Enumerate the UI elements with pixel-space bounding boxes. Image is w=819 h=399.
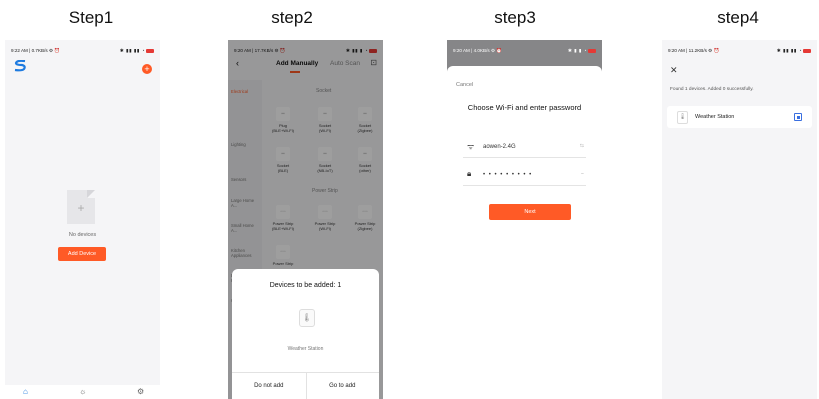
sheet-buttons: Do not add Go to add: [232, 372, 379, 399]
status-time: 9:20 AM | 11.2KB/s ⚙ ⏰: [668, 48, 720, 53]
tab-profile-icon[interactable]: ⚙: [137, 388, 144, 396]
wifi-title: Choose Wi-Fi and enter password: [467, 103, 582, 112]
status-time: 9:20 AM | 4.0KB/s ⚙ ⏰: [453, 48, 503, 53]
device-name: Weather Station: [695, 114, 735, 120]
add-plus-button[interactable]: +: [142, 64, 152, 74]
step2-phone: 9:20 AM | 17.7KB/s ⚙ ⏰ ✱ ▮▮ ▮ ◔ ‹ Add Ma…: [228, 40, 383, 399]
password-value: • • • • • • • • •: [483, 172, 533, 178]
wifi-name-field[interactable]: ᯤ aowen-2.4G ⇆: [463, 139, 586, 158]
battery-icon: [803, 48, 811, 53]
next-button[interactable]: Next: [489, 204, 571, 220]
step4-title: step4: [717, 8, 759, 27]
status-bar: 9:20 AM | 4.0KB/s ⚙ ⏰ ✱ ▮ ▮ ◔: [453, 47, 596, 55]
do-not-add-button[interactable]: Do not add: [232, 373, 306, 399]
found-device-row[interactable]: 🌡 Weather Station: [667, 106, 812, 128]
status-bar: 9:20 AM | 11.2KB/s ⚙ ⏰ ✱ ▮▮ ▮▮ ◔: [668, 47, 811, 55]
password-field[interactable]: 🔒︎ • • • • • • • • • ⌣: [463, 167, 586, 186]
tab-home-icon[interactable]: ⌂: [23, 388, 28, 396]
wifi-name: aowen-2.4G: [483, 144, 516, 150]
go-to-add-button[interactable]: Go to add: [306, 373, 380, 399]
step1-title: Step1: [68, 8, 114, 27]
battery-icon: [146, 48, 154, 53]
status-icons: ✱ ▮ ▮ ◔: [568, 48, 596, 54]
wifi-icon: ᯤ: [467, 142, 475, 151]
switch-wifi-icon[interactable]: ⇆: [580, 143, 584, 149]
empty-document-icon: +: [67, 190, 95, 224]
bottom-tab-bar: ⌂ ☼ ⚙: [5, 385, 160, 399]
sheet-title: Devices to be added: 1: [269, 282, 342, 289]
status-bar: 9:22 AM | 0.7KB/s ⚙ ⏰ ✱ ▮▮ ▮▮ ◔: [11, 47, 154, 55]
device-checkbox[interactable]: [794, 113, 802, 121]
app-logo-icon: [14, 60, 26, 72]
status-icons: ✱ ▮▮ ▮▮ ◔: [120, 48, 154, 54]
step3-title: step3: [494, 8, 536, 27]
step1-phone: 9:22 AM | 0.7KB/s ⚙ ⏰ ✱ ▮▮ ▮▮ ◔ + + No d…: [5, 40, 160, 399]
sheet-device-name: Weather Station: [287, 346, 324, 352]
empty-state-text: No devices: [68, 232, 97, 238]
step4-phone: 9:20 AM | 11.2KB/s ⚙ ⏰ ✱ ▮▮ ▮▮ ◔ ✕ Found…: [662, 40, 817, 399]
wifi-setup-card: Cancel Choose Wi-Fi and enter password ᯤ…: [447, 66, 602, 399]
show-password-icon[interactable]: ⌣: [581, 171, 584, 177]
battery-icon: [588, 48, 596, 53]
step3-phone: 9:20 AM | 4.0KB/s ⚙ ⏰ ✱ ▮ ▮ ◔ Cancel Cho…: [447, 40, 602, 399]
tab-scene-icon[interactable]: ☼: [79, 388, 86, 396]
add-device-button[interactable]: Add Device: [58, 247, 106, 261]
status-icons: ✱ ▮▮ ▮▮ ◔: [777, 48, 811, 54]
close-icon[interactable]: ✕: [670, 65, 678, 76]
thermometer-icon: 🌡: [677, 111, 688, 124]
cancel-button[interactable]: Cancel: [456, 82, 473, 88]
devices-to-add-sheet: Devices to be added: 1 🌡 Weather Station…: [232, 269, 379, 399]
lock-icon: 🔒︎: [467, 169, 472, 178]
step2-title: step2: [271, 8, 313, 27]
thermometer-icon: 🌡: [299, 309, 315, 327]
status-time: 9:22 AM | 0.7KB/s ⚙ ⏰: [11, 48, 61, 53]
found-summary: Found 1 devices. Added 0 successfully.: [670, 87, 754, 92]
